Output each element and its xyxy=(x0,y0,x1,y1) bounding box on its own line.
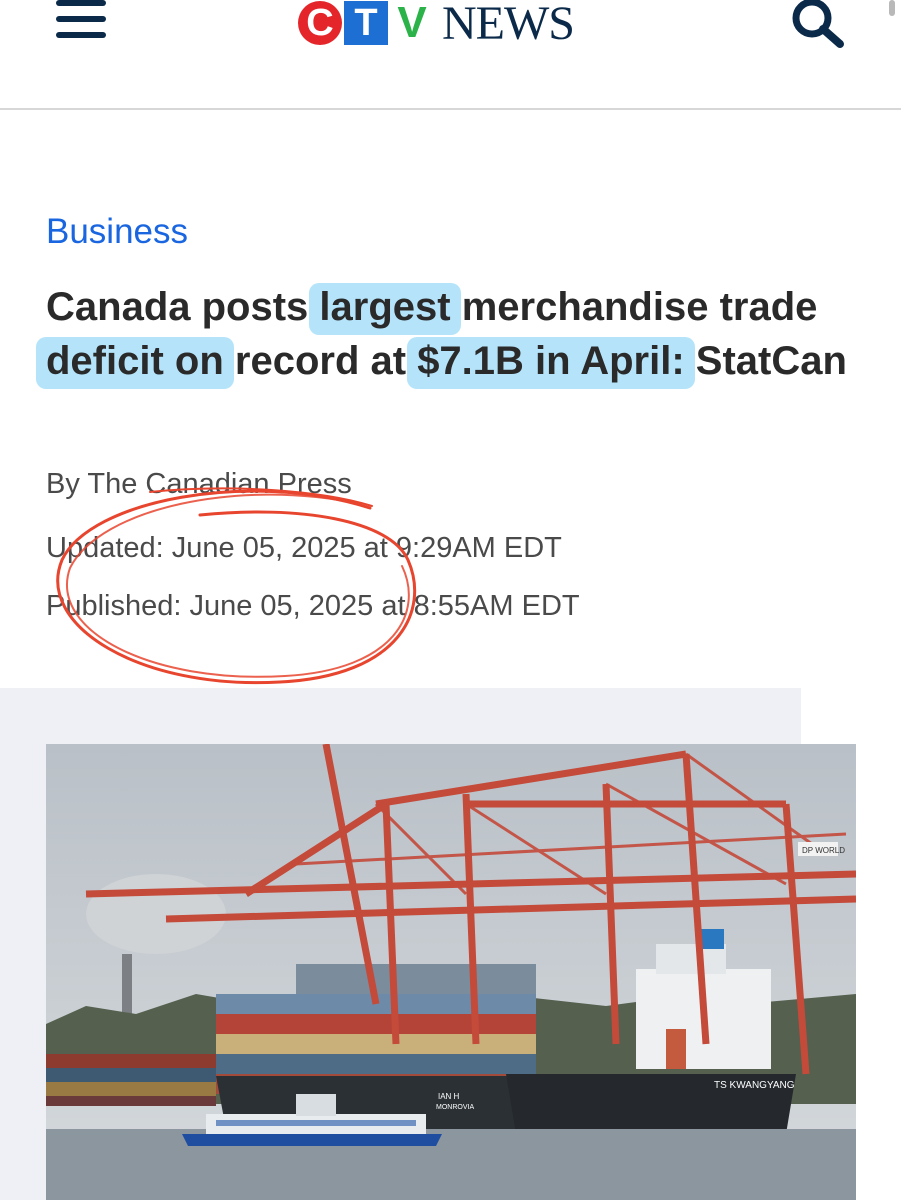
ctv-news-logo[interactable]: C T V NEWS xyxy=(298,0,608,50)
byline[interactable]: By The Canadian Press xyxy=(46,468,352,501)
ship-port-text: MONROVIA xyxy=(436,1104,474,1111)
headline-part: merchandise trade xyxy=(450,285,818,329)
article-headline: Canada posts largest merchandise trade d… xyxy=(46,280,866,388)
logo-letter-c: C xyxy=(298,1,342,45)
headline-part: record at xyxy=(223,339,418,383)
menu-icon[interactable] xyxy=(56,0,108,42)
highlight-amount-april: $7.1B in April: xyxy=(417,339,685,383)
ship-name-text: TS KWANGYANG xyxy=(714,1080,795,1091)
logo-letter-v: V xyxy=(397,0,427,47)
highlight-largest: largest xyxy=(319,285,451,329)
logo-letter-t: T xyxy=(344,1,388,45)
ship-name-2-text: IAN H xyxy=(438,1092,460,1101)
updated-timestamp: Updated: June 05, 2025 at 9:29AM EDT xyxy=(46,532,562,564)
highlight-deficit-on: deficit on xyxy=(46,339,224,383)
headline-part: Canada posts xyxy=(46,285,320,329)
headline-part: StatCan xyxy=(684,339,847,383)
logo-word-news: NEWS xyxy=(442,0,575,50)
published-timestamp: Published: June 05, 2025 at 8:55AM EDT xyxy=(46,590,580,622)
article-photo[interactable]: DP WORLD TS KWANGYANG IAN H MONROVIA xyxy=(46,744,856,1200)
scrollbar[interactable] xyxy=(889,0,895,16)
crane-sign-text: DP WORLD xyxy=(802,846,845,855)
top-nav-bar: C T V NEWS xyxy=(0,0,901,110)
section-label[interactable]: Business xyxy=(46,212,188,252)
search-icon[interactable] xyxy=(788,0,848,48)
